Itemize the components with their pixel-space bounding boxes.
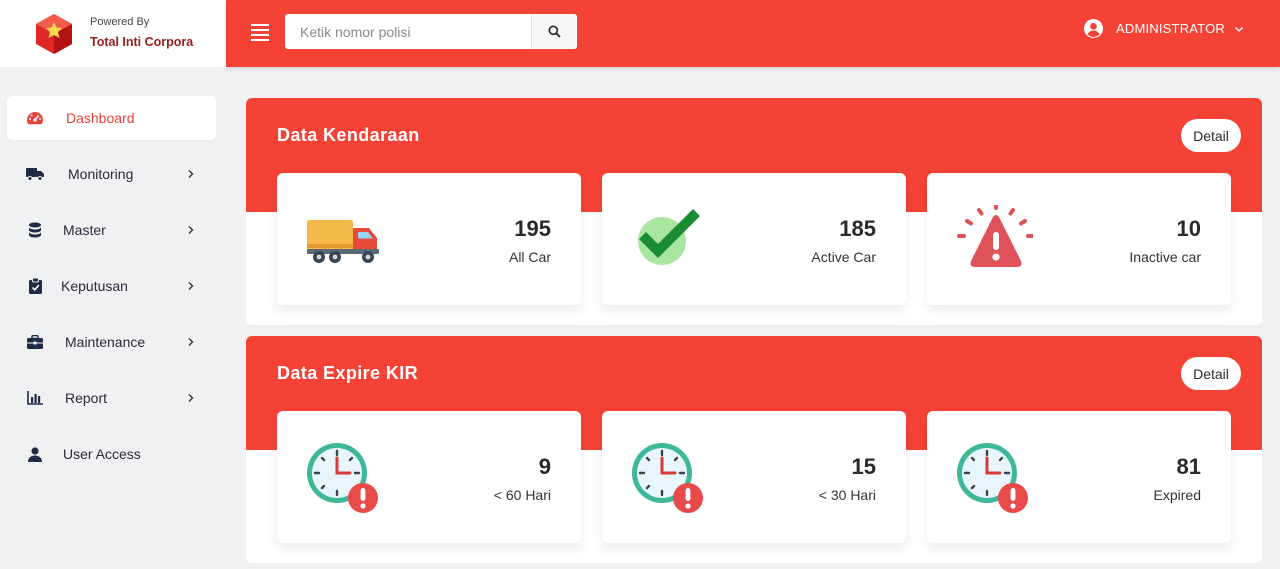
chevron-right-icon (188, 282, 194, 290)
sidebar-item-label: Monitoring (68, 166, 134, 182)
speedometer-icon (26, 109, 44, 127)
brand-logo-area[interactable]: Powered By Total Inti Corpora (0, 0, 226, 67)
sidebar-menu: Dashboard Monitoring Master Keputusan Ma… (0, 96, 226, 476)
search-button[interactable] (531, 14, 577, 49)
stat-card-under-60-days[interactable]: 9 < 60 Hari (277, 411, 581, 543)
clock-alert-icon (632, 443, 703, 513)
clock-alert-icon (957, 443, 1028, 513)
stat-value: 10 (1176, 216, 1201, 241)
stat-caption: Active Car (811, 249, 876, 265)
stat-card-under-30-days[interactable]: 15 < 30 Hari (602, 411, 906, 543)
stat-value: 185 (839, 216, 876, 241)
sidebar-item-keputusan[interactable]: Keputusan (7, 264, 216, 308)
stat-card-expired[interactable]: 81 Expired (927, 411, 1231, 543)
top-header: ADMINISTRATOR (226, 0, 1280, 67)
stat-caption: Inactive car (1129, 249, 1201, 265)
chevron-down-icon (1235, 26, 1243, 32)
sidebar-item-dashboard[interactable]: Dashboard (7, 96, 216, 140)
clipboard-check-icon (26, 277, 44, 295)
truck-icon (26, 165, 44, 183)
green-checkmark-icon (638, 209, 700, 265)
briefcase-icon (26, 333, 44, 351)
stat-value: 15 (851, 454, 876, 479)
sidebar-item-monitoring[interactable]: Monitoring (7, 152, 216, 196)
powered-by-label: Powered By (90, 15, 150, 28)
company-logo-icon (36, 13, 72, 54)
panel-data-expire-kir: Data Expire KIR Detail 9 < 60 Hari 15 < … (246, 336, 1262, 563)
search-input[interactable] (285, 14, 531, 49)
user-name: ADMINISTRATOR (1115, 21, 1225, 36)
stat-caption: < 30 Hari (818, 487, 876, 503)
stat-caption: All Car (508, 249, 551, 265)
search-icon (548, 25, 561, 38)
hamburger-menu-icon[interactable] (251, 24, 269, 41)
stat-value: 9 (538, 454, 551, 479)
stat-card-all-car[interactable]: 195 All Car (277, 173, 581, 305)
stat-value: 81 (1176, 454, 1201, 479)
sidebar-item-master[interactable]: Master (7, 208, 216, 252)
user-icon (26, 445, 44, 463)
sidebar-item-label: Report (65, 390, 108, 406)
clock-alert-icon (307, 443, 378, 513)
stat-card-active-car[interactable]: 185 Active Car (602, 173, 906, 305)
chevron-right-icon (188, 226, 194, 234)
stat-caption: Expired (1153, 487, 1201, 503)
stat-caption: < 60 Hari (493, 487, 551, 503)
sidebar-item-report[interactable]: Report (7, 376, 216, 420)
chevron-right-icon (188, 170, 194, 178)
delivery-truck-icon (307, 220, 379, 263)
sidebar-item-maintenance[interactable]: Maintenance (7, 320, 216, 364)
company-name: Total Inti Corpora (90, 34, 194, 49)
sidebar-item-label: Maintenance (65, 334, 146, 350)
bar-chart-icon (26, 389, 44, 407)
user-menu[interactable]: ADMINISTRATOR (1083, 19, 1244, 38)
chevron-right-icon (188, 394, 194, 402)
sidebar: Powered By Total Inti Corpora Dashboard … (0, 0, 226, 569)
sidebar-item-label: Master (63, 222, 106, 238)
detail-button[interactable]: Detail (1181, 357, 1241, 390)
sidebar-item-label: Keputusan (61, 278, 128, 294)
panel-title: Data Kendaraan (277, 125, 420, 145)
panel-title: Data Expire KIR (277, 363, 419, 383)
stat-card-inactive-car[interactable]: 10 Inactive car (927, 173, 1231, 305)
search-bar (285, 14, 577, 49)
database-icon (26, 221, 44, 239)
stat-value: 195 (514, 216, 551, 241)
sidebar-item-user-access[interactable]: User Access (7, 432, 216, 476)
user-avatar-icon (1083, 19, 1103, 38)
sidebar-item-label: User Access (63, 446, 141, 462)
sidebar-item-label: Dashboard (66, 110, 135, 126)
warning-alert-icon (957, 205, 1033, 267)
panel-data-kendaraan: Data Kendaraan Detail 195 All Car 185 Ac… (246, 98, 1262, 325)
detail-button[interactable]: Detail (1181, 119, 1241, 152)
chevron-right-icon (188, 338, 194, 346)
